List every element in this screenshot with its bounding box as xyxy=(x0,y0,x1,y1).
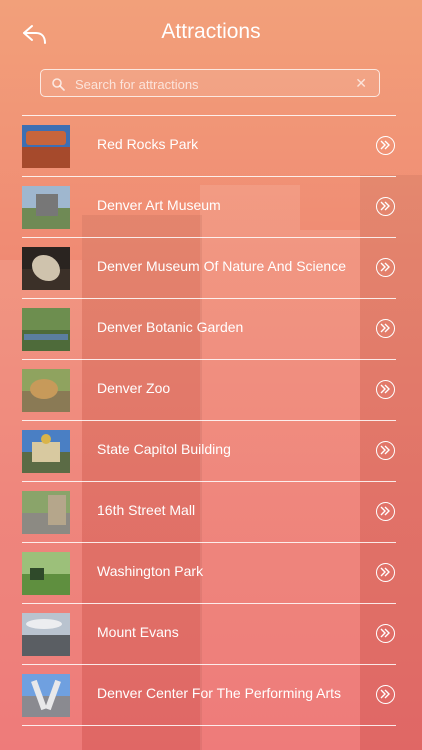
chevron-right-icon[interactable] xyxy=(376,380,395,399)
zoo-thumbnail xyxy=(22,369,70,412)
list-item[interactable]: Mount Evans xyxy=(22,603,396,664)
search-input[interactable] xyxy=(73,70,347,98)
chevron-right-icon[interactable] xyxy=(376,685,395,704)
chevron-right-icon[interactable] xyxy=(376,624,395,643)
list-item[interactable]: 16th Street Mall xyxy=(22,481,396,542)
red-rocks-thumbnail xyxy=(22,125,70,168)
chevron-right-icon[interactable] xyxy=(376,197,395,216)
search-icon xyxy=(52,78,65,91)
performing-arts-thumbnail xyxy=(22,674,70,717)
page-title: Attractions xyxy=(161,20,261,43)
chevron-right-icon[interactable] xyxy=(376,258,395,277)
washington-park-thumbnail xyxy=(22,552,70,595)
nature-museum-thumbnail xyxy=(22,247,70,290)
attraction-name: State Capitol Building xyxy=(97,441,231,457)
list-item[interactable]: State Capitol Building xyxy=(22,420,396,481)
attractions-list: Red Rocks Park Denver Art Museum Denver … xyxy=(22,115,396,726)
attraction-name: 16th Street Mall xyxy=(97,502,196,518)
capitol-thumbnail xyxy=(22,430,70,473)
attraction-name: Denver Center For The Performing Arts xyxy=(97,685,342,701)
list-item[interactable]: Denver Museum Of Nature And Science xyxy=(22,237,396,298)
attraction-name: Mount Evans xyxy=(97,624,179,640)
attraction-name: Washington Park xyxy=(97,563,204,579)
chevron-right-icon[interactable] xyxy=(376,319,395,338)
attraction-name: Denver Zoo xyxy=(97,380,171,396)
search-bar: ✕ xyxy=(40,69,380,98)
list-item[interactable]: Washington Park xyxy=(22,542,396,603)
chevron-right-icon[interactable] xyxy=(376,502,395,521)
list-item[interactable]: Denver Center For The Performing Arts xyxy=(22,664,396,726)
list-item[interactable]: Denver Zoo xyxy=(22,359,396,420)
attraction-name: Denver Art Museum xyxy=(97,197,221,213)
botanic-garden-thumbnail xyxy=(22,308,70,351)
chevron-right-icon[interactable] xyxy=(376,136,395,155)
chevron-right-icon[interactable] xyxy=(376,563,395,582)
art-museum-thumbnail xyxy=(22,186,70,229)
chevron-right-icon[interactable] xyxy=(376,441,395,460)
attraction-name: Denver Botanic Garden xyxy=(97,319,244,335)
list-item[interactable]: Denver Botanic Garden xyxy=(22,298,396,359)
clear-search-icon[interactable]: ✕ xyxy=(355,75,367,92)
list-item[interactable]: Denver Art Museum xyxy=(22,176,396,237)
street-mall-thumbnail xyxy=(22,491,70,534)
attraction-name: Red Rocks Park xyxy=(97,136,199,152)
mount-evans-thumbnail xyxy=(22,613,70,656)
attraction-name: Denver Museum Of Nature And Science xyxy=(97,258,347,274)
list-item[interactable]: Red Rocks Park xyxy=(22,115,396,176)
header: Attractions xyxy=(0,0,422,68)
